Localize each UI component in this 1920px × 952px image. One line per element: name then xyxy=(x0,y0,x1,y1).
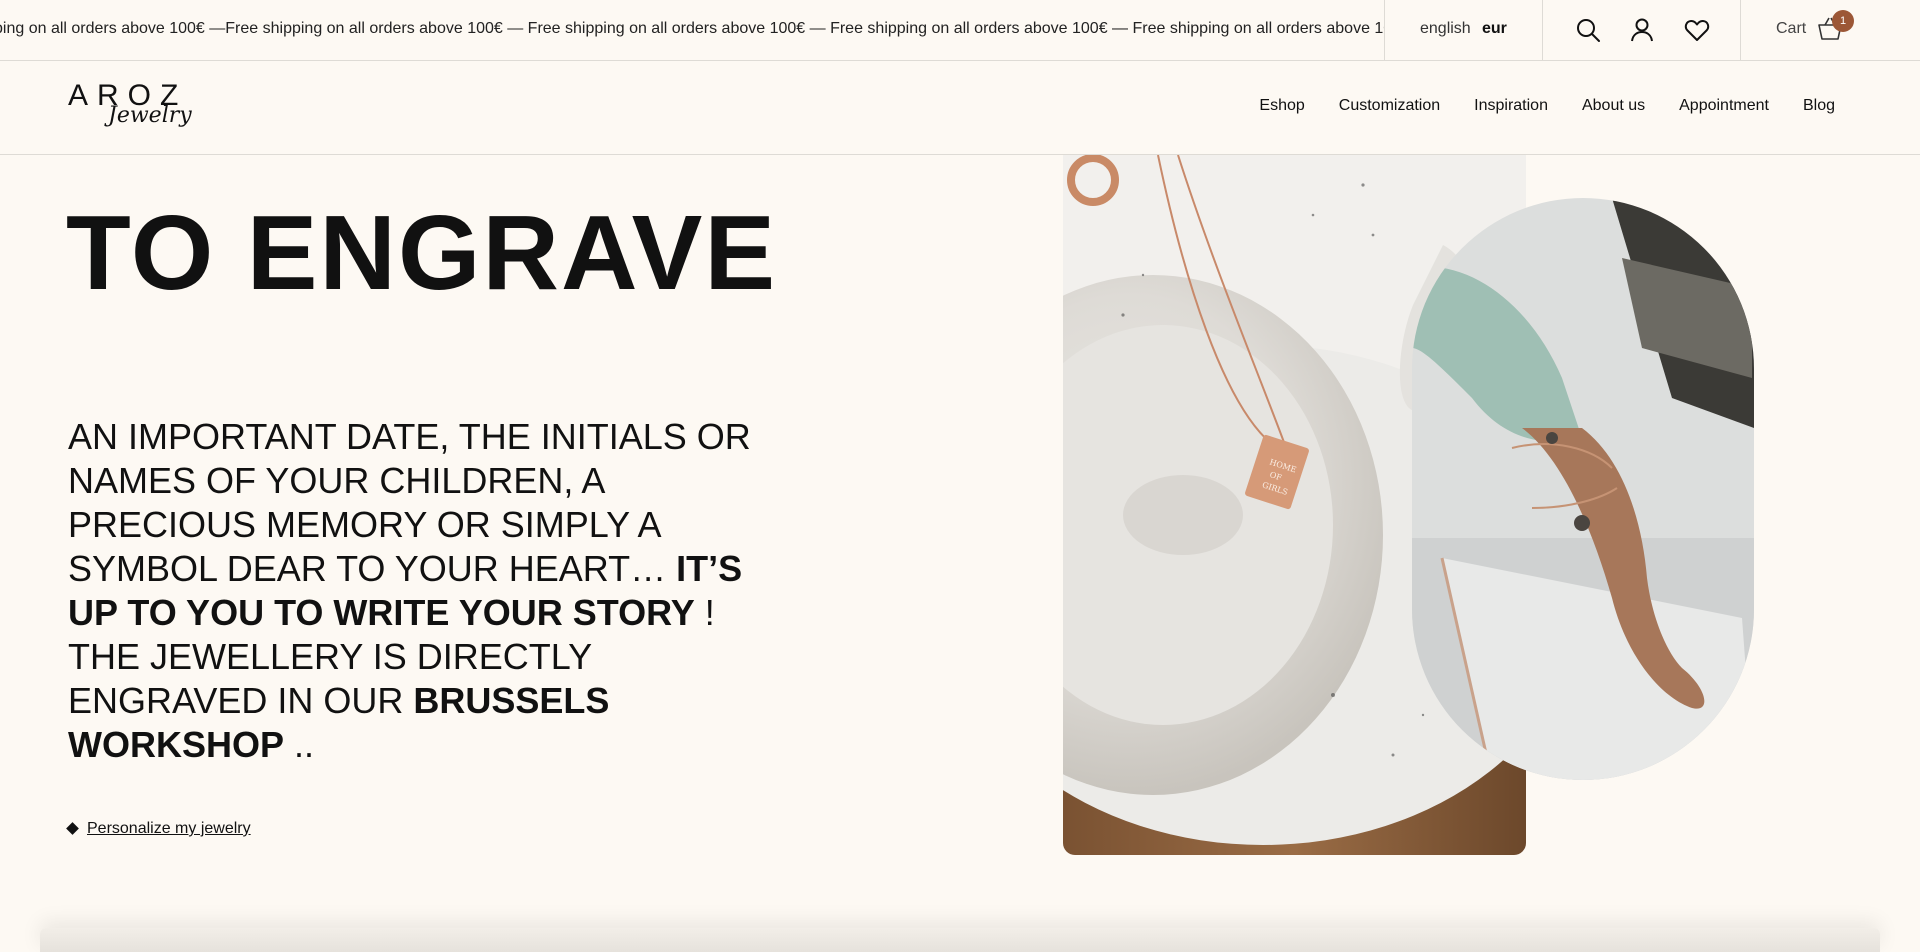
next-section-edge xyxy=(40,928,1880,952)
cart-button[interactable]: Cart 1 xyxy=(1740,0,1920,61)
utility-icons xyxy=(1542,0,1740,61)
currency-switch[interactable]: eur xyxy=(1482,20,1507,38)
nav-item-inspiration[interactable]: Inspiration xyxy=(1474,97,1548,115)
personalize-jewelry-link[interactable]: Personalize my jewelry xyxy=(66,820,251,838)
search-icon[interactable] xyxy=(1575,17,1601,43)
nav-item-eshop[interactable]: Eshop xyxy=(1259,97,1304,115)
locale-selector[interactable]: english eur xyxy=(1384,0,1542,61)
brand-logo[interactable]: AROZ Jewelry xyxy=(68,79,192,143)
hero-title: TO ENGRAVE xyxy=(66,194,778,312)
personalize-jewelry-label: Personalize my jewelry xyxy=(87,820,251,837)
account-icon[interactable] xyxy=(1629,17,1655,43)
nav-item-customization[interactable]: Customization xyxy=(1339,97,1440,115)
bracelet-on-wrist-illustration xyxy=(1412,198,1754,780)
diamond-bullet-icon xyxy=(66,822,79,836)
cart-label: Cart xyxy=(1776,20,1807,37)
shipping-marquee: ping on all orders above 100€ —Free ship… xyxy=(0,0,1384,61)
hero-photo-bracelet xyxy=(1412,198,1754,780)
heart-icon[interactable] xyxy=(1684,17,1710,43)
hero-text-part-1: AN IMPORTANT DATE, THE INITIALS OR NAMES… xyxy=(68,416,751,589)
language-switch[interactable]: english xyxy=(1420,20,1471,38)
nav-item-appointment[interactable]: Appointment xyxy=(1679,97,1769,115)
nav-item-about-us[interactable]: About us xyxy=(1582,97,1645,115)
shipping-marquee-text: ping on all orders above 100€ —Free ship… xyxy=(0,20,1384,37)
main-header: AROZ Jewelry Eshop Customization Inspira… xyxy=(0,61,1920,155)
main-nav: Eshop Customization Inspiration About us… xyxy=(1259,97,1835,115)
cart-count-badge: 1 xyxy=(1832,10,1854,32)
logo-script: Jewelry xyxy=(108,103,192,128)
announcement-bar: ping on all orders above 100€ —Free ship… xyxy=(0,0,1920,61)
nav-item-blog[interactable]: Blog xyxy=(1803,97,1835,115)
hero-description: AN IMPORTANT DATE, THE INITIALS OR NAMES… xyxy=(68,415,788,767)
hero-text-part-3: .. xyxy=(284,724,315,765)
